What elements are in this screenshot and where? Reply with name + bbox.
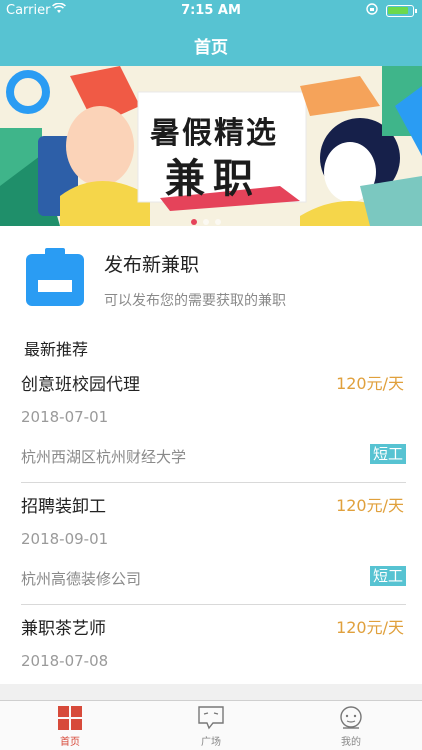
divider <box>21 604 406 605</box>
job-date: 2018-07-08 <box>21 652 109 670</box>
square-chat-icon <box>198 706 224 730</box>
promo-banner[interactable]: 暑假精选 兼职 <box>0 66 422 226</box>
top-bar: Carrier 7:15 AM 首页 <box>0 0 422 66</box>
tab-bar: 首页 广场 我的 <box>0 700 422 750</box>
tab-label: 首页 <box>60 737 80 748</box>
job-title: 创意班校园代理 <box>21 375 140 395</box>
banner-subheadline: 兼职 <box>165 156 261 202</box>
section-title: 最新推荐 <box>24 340 89 359</box>
briefcase-icon <box>24 246 86 308</box>
job-date: 2018-07-01 <box>21 408 109 426</box>
job-pay: 120元/天 <box>336 618 404 637</box>
publish-job-card[interactable]: 发布新兼职 可以发布您的需要获取的兼职 <box>0 226 422 326</box>
job-date: 2018-09-01 <box>21 530 109 548</box>
job-title: 兼职茶艺师 <box>21 619 106 639</box>
tab-profile[interactable]: 我的 <box>311 705 391 748</box>
page-dot-active <box>191 219 197 225</box>
job-title: 招聘装卸工 <box>21 497 106 517</box>
divider <box>21 482 406 483</box>
job-pay: 120元/天 <box>336 374 404 393</box>
job-pay: 120元/天 <box>336 496 404 515</box>
publish-title: 发布新兼职 <box>104 254 200 276</box>
job-type-badge: 短工 <box>369 566 406 586</box>
page-dot <box>203 219 209 225</box>
status-time: 7:15 AM <box>181 3 241 18</box>
profile-face-icon <box>340 706 362 729</box>
list-item[interactable]: 招聘装卸工 120元/天 2018-09-01 杭州高德装修公司 短工 <box>0 492 422 605</box>
page-title: 首页 <box>194 38 228 58</box>
list-item[interactable]: 兼职茶艺师 120元/天 2018-07-08 <box>0 614 422 684</box>
tab-home[interactable]: 首页 <box>30 705 110 748</box>
banner-page-indicator <box>188 210 228 225</box>
list-footer-spacer <box>0 684 422 700</box>
status-bar: Carrier 7:15 AM <box>0 0 422 22</box>
job-type-badge: 短工 <box>369 444 406 464</box>
job-location: 杭州高德装修公司 <box>21 570 142 588</box>
job-location: 杭州西湖区杭州财经大学 <box>21 448 187 466</box>
publish-subtitle: 可以发布您的需要获取的兼职 <box>104 293 286 309</box>
tab-square[interactable]: 广场 <box>171 705 251 748</box>
page-dot <box>215 219 221 225</box>
home-grid-icon <box>58 706 82 730</box>
tab-label: 广场 <box>201 737 221 748</box>
rotation-lock-icon <box>366 3 378 18</box>
list-item[interactable]: 创意班校园代理 120元/天 2018-07-01 杭州西湖区杭州财经大学 短工 <box>0 370 422 483</box>
battery-icon <box>386 5 417 17</box>
tab-label: 我的 <box>341 737 361 748</box>
